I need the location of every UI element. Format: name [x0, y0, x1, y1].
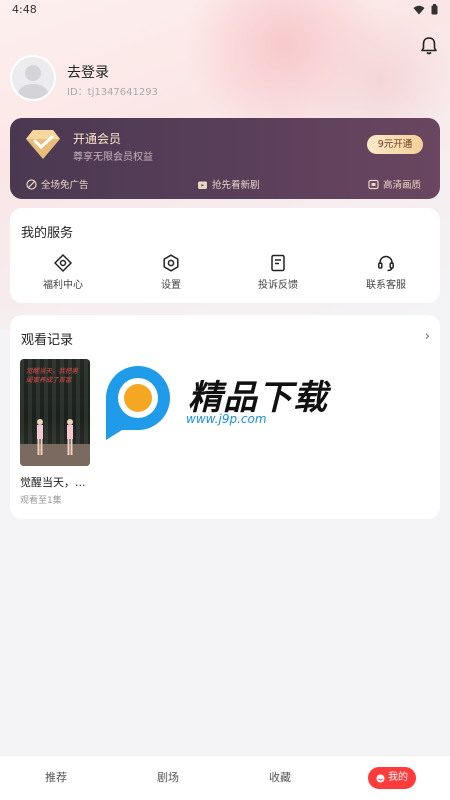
user-placeholder-icon: [17, 65, 49, 99]
perk-label: 高清画质: [383, 180, 422, 191]
status-icons: [413, 4, 438, 15]
vip-badge-icon: [26, 130, 60, 159]
hd-icon: [368, 179, 379, 189]
tab-mine-pill[interactable]: 我的: [368, 767, 416, 789]
service-customer-support[interactable]: 联系客服: [336, 254, 436, 291]
service-label: 联系客服: [366, 280, 406, 291]
watermark-logo-icon: [106, 366, 170, 440]
history-poster[interactable]: 觉醒当天，我把男闺蜜养成了首富: [20, 359, 90, 466]
notification-bell-icon[interactable]: [418, 35, 440, 57]
wifi-icon: [413, 5, 425, 14]
status-bar: 4:48: [0, 0, 450, 22]
feedback-icon: [271, 254, 285, 272]
vip-open-button[interactable]: 9元开通: [367, 135, 423, 154]
service-label: 投诉反馈: [258, 280, 298, 291]
settings-icon: [163, 254, 179, 272]
perk-no-ads: 全场免广告: [26, 177, 89, 191]
perk-label: 全场免广告: [41, 180, 89, 191]
tv-icon: [198, 181, 207, 189]
vip-perks: 全场免广告 抢先看新剧 高清画质: [10, 177, 440, 193]
service-label: 福利中心: [43, 280, 83, 291]
services-card: 我的服务 福利中心 设置 投诉反馈 联系客服: [10, 208, 440, 303]
tab-label: 剧场: [157, 771, 179, 784]
tab-recommend[interactable]: 推荐: [0, 756, 112, 800]
perk-hd: 高清画质: [368, 177, 421, 191]
poster-floor: [20, 444, 90, 466]
perk-label: 抢先看新剧: [212, 180, 260, 191]
tab-mine[interactable]: 我的: [336, 756, 448, 800]
watermark-url: www.j9p.com: [186, 412, 267, 426]
dancer-figure: [67, 419, 73, 455]
tab-theater[interactable]: 剧场: [112, 756, 224, 800]
service-label: 设置: [161, 280, 181, 291]
bottom-tab-bar: 推荐 剧场 收藏 我的: [0, 755, 450, 800]
vip-title: 开通会员: [73, 132, 122, 146]
battery-icon: [431, 4, 438, 15]
dancer-figure: [37, 419, 43, 455]
chevron-right-icon[interactable]: ›: [425, 329, 430, 344]
tab-label: 推荐: [45, 771, 67, 784]
perk-early-access: 抢先看新剧: [197, 177, 260, 191]
service-feedback[interactable]: 投诉反馈: [228, 254, 328, 291]
history-item-title[interactable]: 觉醒当天，...: [20, 474, 86, 490]
status-time: 4:48: [12, 3, 37, 16]
avatar[interactable]: [10, 55, 56, 101]
no-ads-icon: [26, 178, 37, 190]
smile-icon: [376, 774, 385, 782]
profile-header[interactable]: 去登录 ID：tj1347641293: [10, 55, 310, 103]
gift-icon: [54, 254, 72, 272]
headset-icon: [378, 255, 394, 272]
service-rewards[interactable]: 福利中心: [13, 254, 113, 291]
history-item-progress: 观看至1集: [20, 496, 62, 506]
history-title: 观看记录: [21, 333, 74, 348]
vip-subtitle: 尊享无限会员权益: [73, 152, 153, 163]
user-id: ID：tj1347641293: [67, 87, 158, 98]
login-link[interactable]: 去登录: [67, 62, 109, 82]
tab-favorites[interactable]: 收藏: [224, 756, 336, 800]
tab-label: 收藏: [269, 771, 291, 784]
vip-membership-card[interactable]: 开通会员 尊享无限会员权益 9元开通 全场免广告 抢先看新剧 高清画质: [10, 118, 440, 199]
watermark: 精品下载 www.j9p.com: [96, 360, 356, 442]
tab-label: 我的: [388, 772, 408, 783]
poster-title-art: 觉醒当天，我把男闺蜜养成了首富: [26, 367, 78, 384]
services-title: 我的服务: [21, 226, 74, 241]
service-settings[interactable]: 设置: [121, 254, 221, 291]
